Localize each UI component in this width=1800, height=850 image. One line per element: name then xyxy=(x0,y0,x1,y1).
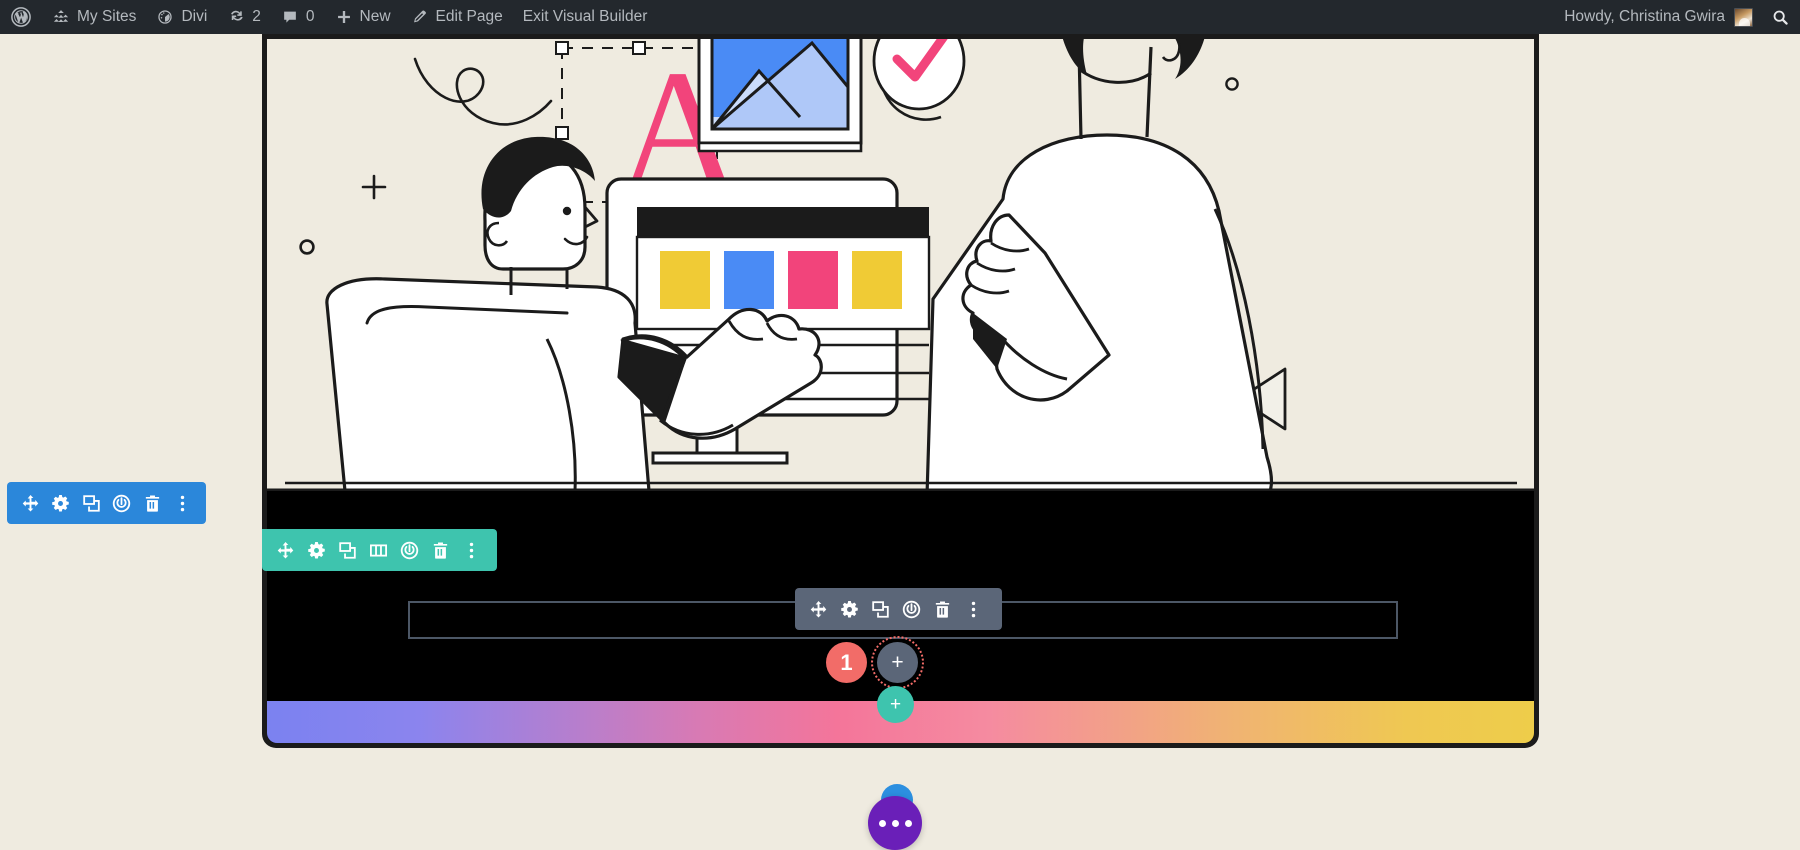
search-icon xyxy=(1771,8,1790,27)
wordpress-logo-button[interactable] xyxy=(0,0,42,34)
swatch-yellow-1 xyxy=(660,251,710,309)
adminbar-item-updates[interactable]: 2 xyxy=(217,0,271,34)
more-options-icon[interactable] xyxy=(456,529,487,571)
wordpress-logo-icon xyxy=(11,7,31,27)
adminbar-item-new[interactable]: New xyxy=(325,0,401,34)
add-module-button[interactable]: + xyxy=(871,636,924,689)
more-options-icon[interactable] xyxy=(958,588,989,630)
power-icon[interactable] xyxy=(896,588,927,630)
module-count-badge: 1 xyxy=(826,642,867,683)
adminbar-label: New xyxy=(359,8,391,25)
designers-collaboration-illustration: A xyxy=(267,39,1534,496)
adminbar-item-my-sites[interactable]: My Sites xyxy=(42,0,146,34)
trash-icon[interactable] xyxy=(425,529,456,571)
adminbar-item-exit-visual-builder[interactable]: Exit Visual Builder xyxy=(513,0,658,34)
avatar xyxy=(1734,7,1753,27)
power-icon[interactable] xyxy=(107,482,138,524)
move-icon[interactable] xyxy=(15,482,46,524)
section-settings-toolbar[interactable] xyxy=(7,482,206,524)
gear-icon[interactable] xyxy=(834,588,865,630)
adminbar-my-account[interactable]: Howdy, Christina Gwira xyxy=(1554,0,1761,34)
dashboard-icon xyxy=(156,8,174,26)
add-row-button[interactable]: + xyxy=(877,686,914,723)
adminbar-label: My Sites xyxy=(77,8,137,25)
gear-icon[interactable] xyxy=(301,529,332,571)
dot-icon xyxy=(904,819,912,827)
adminbar-item-edit-page[interactable]: Edit Page xyxy=(401,0,513,34)
adminbar-item-comments[interactable]: 0 xyxy=(271,0,325,34)
move-icon[interactable] xyxy=(270,529,301,571)
adminbar-label: Exit Visual Builder xyxy=(522,8,648,25)
duplicate-icon[interactable] xyxy=(76,482,107,524)
columns-icon[interactable] xyxy=(363,529,394,571)
adminbar-search-button[interactable] xyxy=(1761,0,1800,34)
trash-icon[interactable] xyxy=(137,482,168,524)
page-canvas: A 1 + + xyxy=(0,34,1800,850)
updates-icon xyxy=(227,8,245,26)
pencil-icon xyxy=(411,8,429,26)
gear-icon[interactable] xyxy=(46,482,77,524)
dot-icon xyxy=(891,819,899,827)
swatch-yellow-2 xyxy=(852,251,902,309)
plus-icon xyxy=(335,8,353,26)
adminbar-label: 2 xyxy=(252,8,261,25)
adminbar-item-divi[interactable]: Divi xyxy=(146,0,217,34)
adminbar-label: Divi xyxy=(181,8,208,25)
adminbar-label: 0 xyxy=(305,8,315,25)
swatch-blue xyxy=(724,251,774,309)
hero-section[interactable]: A xyxy=(262,34,1539,496)
more-options-icon[interactable] xyxy=(168,482,199,524)
module-settings-toolbar[interactable] xyxy=(795,588,1002,630)
swatch-pink xyxy=(788,251,838,309)
duplicate-icon[interactable] xyxy=(865,588,896,630)
divi-menu-fab-wrapper xyxy=(868,784,926,850)
plus-icon: + xyxy=(891,651,904,674)
power-icon[interactable] xyxy=(394,529,425,571)
row-settings-toolbar[interactable] xyxy=(262,529,497,571)
move-icon[interactable] xyxy=(803,588,834,630)
sites-icon xyxy=(52,8,70,26)
trash-icon[interactable] xyxy=(927,588,958,630)
duplicate-icon[interactable] xyxy=(332,529,363,571)
dot-icon xyxy=(878,819,886,827)
wp-admin-bar: My Sites Divi 2 0 New Edit Page Exit Vis… xyxy=(0,0,1800,34)
howdy-label: Howdy, Christina Gwira xyxy=(1564,8,1725,25)
adminbar-label: Edit Page xyxy=(435,8,503,25)
module-count-label: 1 xyxy=(840,649,853,675)
divi-menu-button[interactable] xyxy=(868,796,922,850)
plus-icon: + xyxy=(889,694,902,715)
comment-icon xyxy=(281,8,299,26)
